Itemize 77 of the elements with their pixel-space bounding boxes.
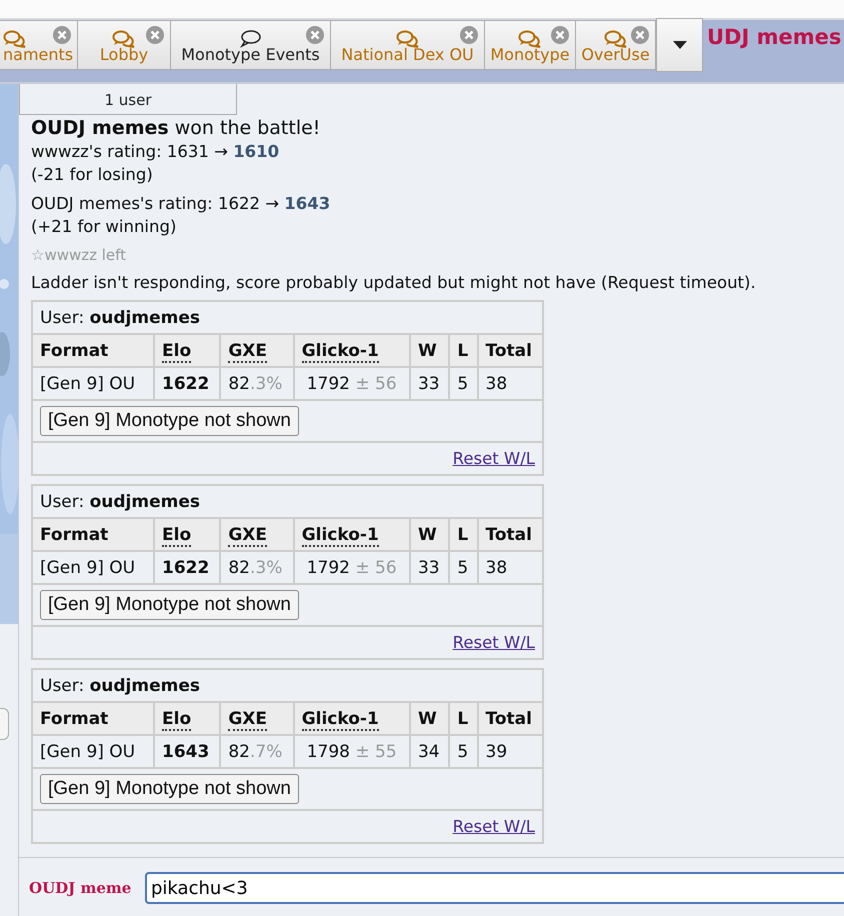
table-cell: 34 <box>410 735 450 768</box>
close-icon[interactable] <box>551 26 569 44</box>
column-label: Total <box>486 340 532 360</box>
table-cell: 1622 <box>154 367 220 400</box>
close-icon[interactable] <box>460 26 478 44</box>
rating-note: (-21 for losing) <box>31 164 154 186</box>
table-cell: User: oudjmemes <box>32 301 543 334</box>
table-cell: User: oudjmemes <box>32 669 543 702</box>
table-cell: User: oudjmemes <box>32 485 543 518</box>
column-label: Total <box>486 708 532 728</box>
column-label: L <box>457 708 468 728</box>
battle-result: OUDJ memes won the battle! <box>31 116 322 140</box>
chat-bubbles-icon <box>396 30 420 48</box>
chat-bubbles-icon <box>604 30 628 48</box>
column-label: L <box>457 524 468 544</box>
table-cell: 1798 ± 55 <box>294 735 410 768</box>
close-icon[interactable] <box>631 26 649 44</box>
table-cell: [Gen 9] OU <box>32 367 154 400</box>
column-label: Total <box>486 524 532 544</box>
close-icon[interactable] <box>146 26 164 44</box>
column-label: W <box>418 340 437 360</box>
column-label: W <box>418 708 437 728</box>
table-cell: 82.3% <box>220 367 294 400</box>
room-tab[interactable]: Monotype Events <box>171 20 331 70</box>
column-label: Elo <box>162 340 192 362</box>
chat-bubbles-icon <box>518 30 542 48</box>
rating-change: wwwzz's rating: 1631 → 1610 <box>31 141 280 163</box>
table-cell: 5 <box>449 551 478 584</box>
table-cell: 1622 <box>154 551 220 584</box>
chat-bubbles-icon <box>3 30 27 48</box>
table-cell: [Gen 9] OU <box>32 735 154 768</box>
side-tab[interactable] <box>0 708 9 740</box>
chat-bubble-icon <box>238 30 262 48</box>
table-cell: 5 <box>449 367 478 400</box>
table-cell: 33 <box>410 367 450 400</box>
column-label: L <box>457 340 468 360</box>
table-cell: 1792 ± 56 <box>294 367 410 400</box>
dropdown-button[interactable] <box>656 18 703 72</box>
column-label: W <box>418 524 437 544</box>
table-cell: 38 <box>478 551 543 584</box>
column-label: GXE <box>228 708 268 730</box>
column-label: GXE <box>228 340 268 362</box>
caret-icon <box>672 41 686 49</box>
format-button[interactable]: [Gen 9] Monotype not shown <box>40 406 299 436</box>
table-cell: 82.7% <box>220 735 294 768</box>
column-label: Elo <box>162 524 192 546</box>
table-cell: 82.3% <box>220 551 294 584</box>
column-label: GXE <box>228 524 268 546</box>
leave-notice: ☆wwwzz left <box>31 245 128 266</box>
chat-username: OUDJ meme <box>29 879 132 897</box>
column-label: Elo <box>162 708 192 730</box>
column-label: Glicko-1 <box>302 340 379 362</box>
column-label: Glicko-1 <box>302 708 379 730</box>
table-cell: [Gen 9] OU <box>32 551 154 584</box>
rating-change: OUDJ memes's rating: 1622 → 1643 <box>31 193 332 215</box>
table-cell: 1643 <box>154 735 220 768</box>
reset-link[interactable]: Reset W/L <box>452 816 535 836</box>
column-label: Glicko-1 <box>302 524 379 546</box>
chat-input[interactable]: pikachu<3 <box>145 872 844 904</box>
close-icon[interactable] <box>53 26 71 44</box>
table-cell: 38 <box>478 367 543 400</box>
userlist-button[interactable]: 1 user <box>19 84 237 115</box>
column-label: Format <box>40 524 108 544</box>
table-cell: 1792 ± 56 <box>294 551 410 584</box>
reset-link[interactable]: Reset W/L <box>452 448 535 468</box>
format-button[interactable]: [Gen 9] Monotype not shown <box>40 774 299 804</box>
table-cell: 5 <box>449 735 478 768</box>
column-label: Format <box>40 708 108 728</box>
column-label: Format <box>40 340 108 360</box>
rating-note: (+21 for winning) <box>31 216 178 238</box>
close-icon[interactable] <box>306 26 324 44</box>
format-button[interactable]: [Gen 9] Monotype not shown <box>40 590 299 620</box>
chat-bubbles-icon <box>112 30 136 48</box>
table-cell: 39 <box>478 735 543 768</box>
reset-link[interactable]: Reset W/L <box>452 632 535 652</box>
system-message: Ladder isn't responding, score probably updated but might not have (Request timeout). <box>31 272 757 294</box>
table-cell: 33 <box>410 551 450 584</box>
